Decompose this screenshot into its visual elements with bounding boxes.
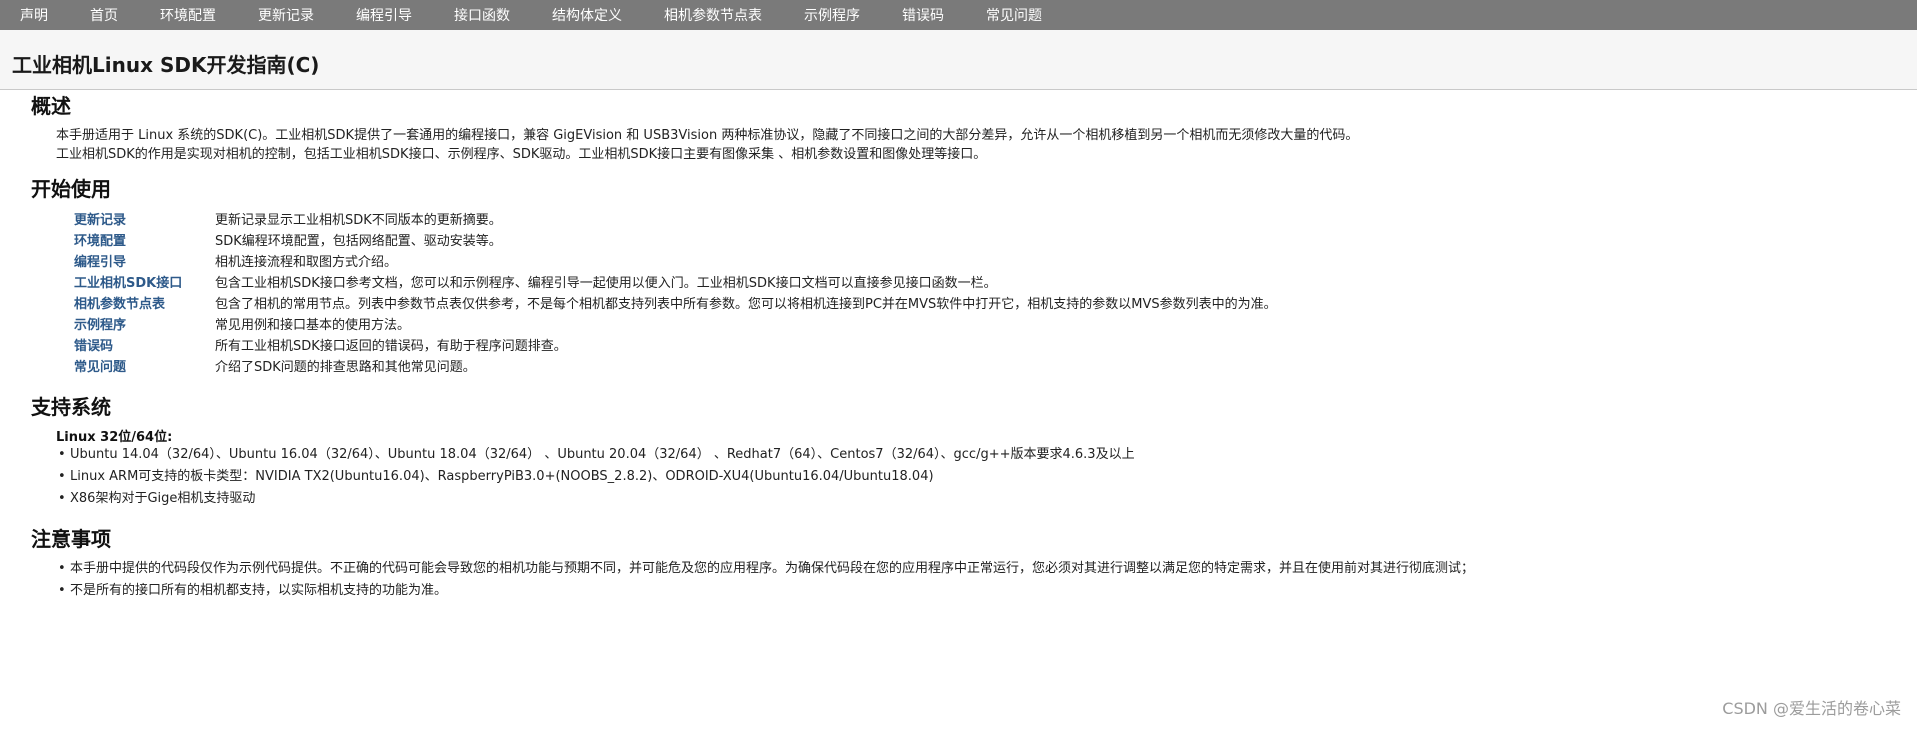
- start-desc-error-codes: 所有工业相机SDK接口返回的错误码，有助于程序问题排查。: [215, 339, 567, 354]
- page-title: 工业相机Linux SDK开发指南(C): [12, 53, 320, 77]
- overview-heading: 概述: [31, 94, 71, 118]
- supported-systems-heading: 支持系统: [31, 395, 111, 419]
- start-link-parameter-nodes[interactable]: 相机参数节点表: [74, 293, 165, 312]
- top-navigation: 声明 首页 环境配置 更新记录 编程引导 接口函数 结构体定义 相机参数节点表 …: [0, 0, 1917, 30]
- start-desc-faq: 介绍了SDK问题的排查思路和其他常见问题。: [215, 360, 476, 375]
- nav-link-struct-definitions[interactable]: 结构体定义: [552, 5, 622, 25]
- supported-systems-list: Ubuntu 14.04（32/64）、Ubuntu 16.04（32/64）、…: [58, 444, 1135, 510]
- nav-link-home[interactable]: 首页: [90, 5, 118, 25]
- start-link-programming-guide[interactable]: 编程引导: [74, 251, 126, 270]
- start-link-faq[interactable]: 常见问题: [74, 356, 126, 375]
- list-item: X86架构对于Gige相机支持驱动: [58, 488, 1135, 510]
- nav-link-api-functions[interactable]: 接口函数: [454, 5, 510, 25]
- overview-paragraph-2: 工业相机SDK的作用是实现对相机的控制，包括工业相机SDK接口、示例程序、SDK…: [56, 147, 987, 162]
- start-link-error-codes[interactable]: 错误码: [74, 335, 113, 354]
- start-desc-parameter-nodes: 包含了相机的常用节点。列表中参数节点表仅供参考，不是每个相机都支持列表中所有参数…: [215, 297, 1277, 312]
- notes-list: 本手册中提供的代码段仅作为示例代码提供。不正确的代码可能会导致您的相机功能与预期…: [58, 558, 1474, 602]
- supported-systems-subheading: Linux 32位/64位:: [56, 430, 173, 445]
- nav-link-sample-programs[interactable]: 示例程序: [804, 5, 860, 25]
- start-link-sdk-interface[interactable]: 工业相机SDK接口: [74, 272, 182, 291]
- start-desc-programming-guide: 相机连接流程和取图方式介绍。: [215, 255, 398, 270]
- overview-paragraph-1: 本手册适用于 Linux 系统的SDK(C)。工业相机SDK提供了一套通用的编程…: [56, 128, 1359, 143]
- list-item: Ubuntu 14.04（32/64）、Ubuntu 16.04（32/64）、…: [58, 444, 1135, 466]
- nav-link-camera-parameter-nodes[interactable]: 相机参数节点表: [664, 5, 762, 25]
- watermark: CSDN @爱生活的卷心菜: [1722, 699, 1901, 718]
- nav-link-error-codes[interactable]: 错误码: [902, 5, 944, 25]
- title-bar: 工业相机Linux SDK开发指南(C): [0, 30, 1917, 90]
- list-item: 不是所有的接口所有的相机都支持，以实际相机支持的功能为准。: [58, 580, 1474, 602]
- start-desc-sample-programs: 常见用例和接口基本的使用方法。: [215, 318, 411, 333]
- start-link-changelog[interactable]: 更新记录: [74, 209, 126, 228]
- nav-link-faq[interactable]: 常见问题: [986, 5, 1042, 25]
- nav-link-disclaimer[interactable]: 声明: [20, 5, 48, 25]
- start-link-sample-programs[interactable]: 示例程序: [74, 314, 126, 333]
- start-desc-sdk-interface: 包含工业相机SDK接口参考文档，您可以和示例程序、编程引导一起使用以便入门。工业…: [215, 276, 997, 291]
- notes-heading: 注意事项: [31, 527, 111, 551]
- start-desc-changelog: 更新记录显示工业相机SDK不同版本的更新摘要。: [215, 213, 502, 228]
- nav-link-programming-guide[interactable]: 编程引导: [356, 5, 412, 25]
- start-link-environment[interactable]: 环境配置: [74, 230, 126, 249]
- list-item: 本手册中提供的代码段仅作为示例代码提供。不正确的代码可能会导致您的相机功能与预期…: [58, 558, 1474, 580]
- list-item: Linux ARM可支持的板卡类型：NVIDIA TX2(Ubuntu16.04…: [58, 466, 1135, 488]
- getting-started-heading: 开始使用: [31, 177, 111, 201]
- nav-link-environment[interactable]: 环境配置: [160, 5, 216, 25]
- start-desc-environment: SDK编程环境配置，包括网络配置、驱动安装等。: [215, 234, 502, 249]
- nav-link-changelog[interactable]: 更新记录: [258, 5, 314, 25]
